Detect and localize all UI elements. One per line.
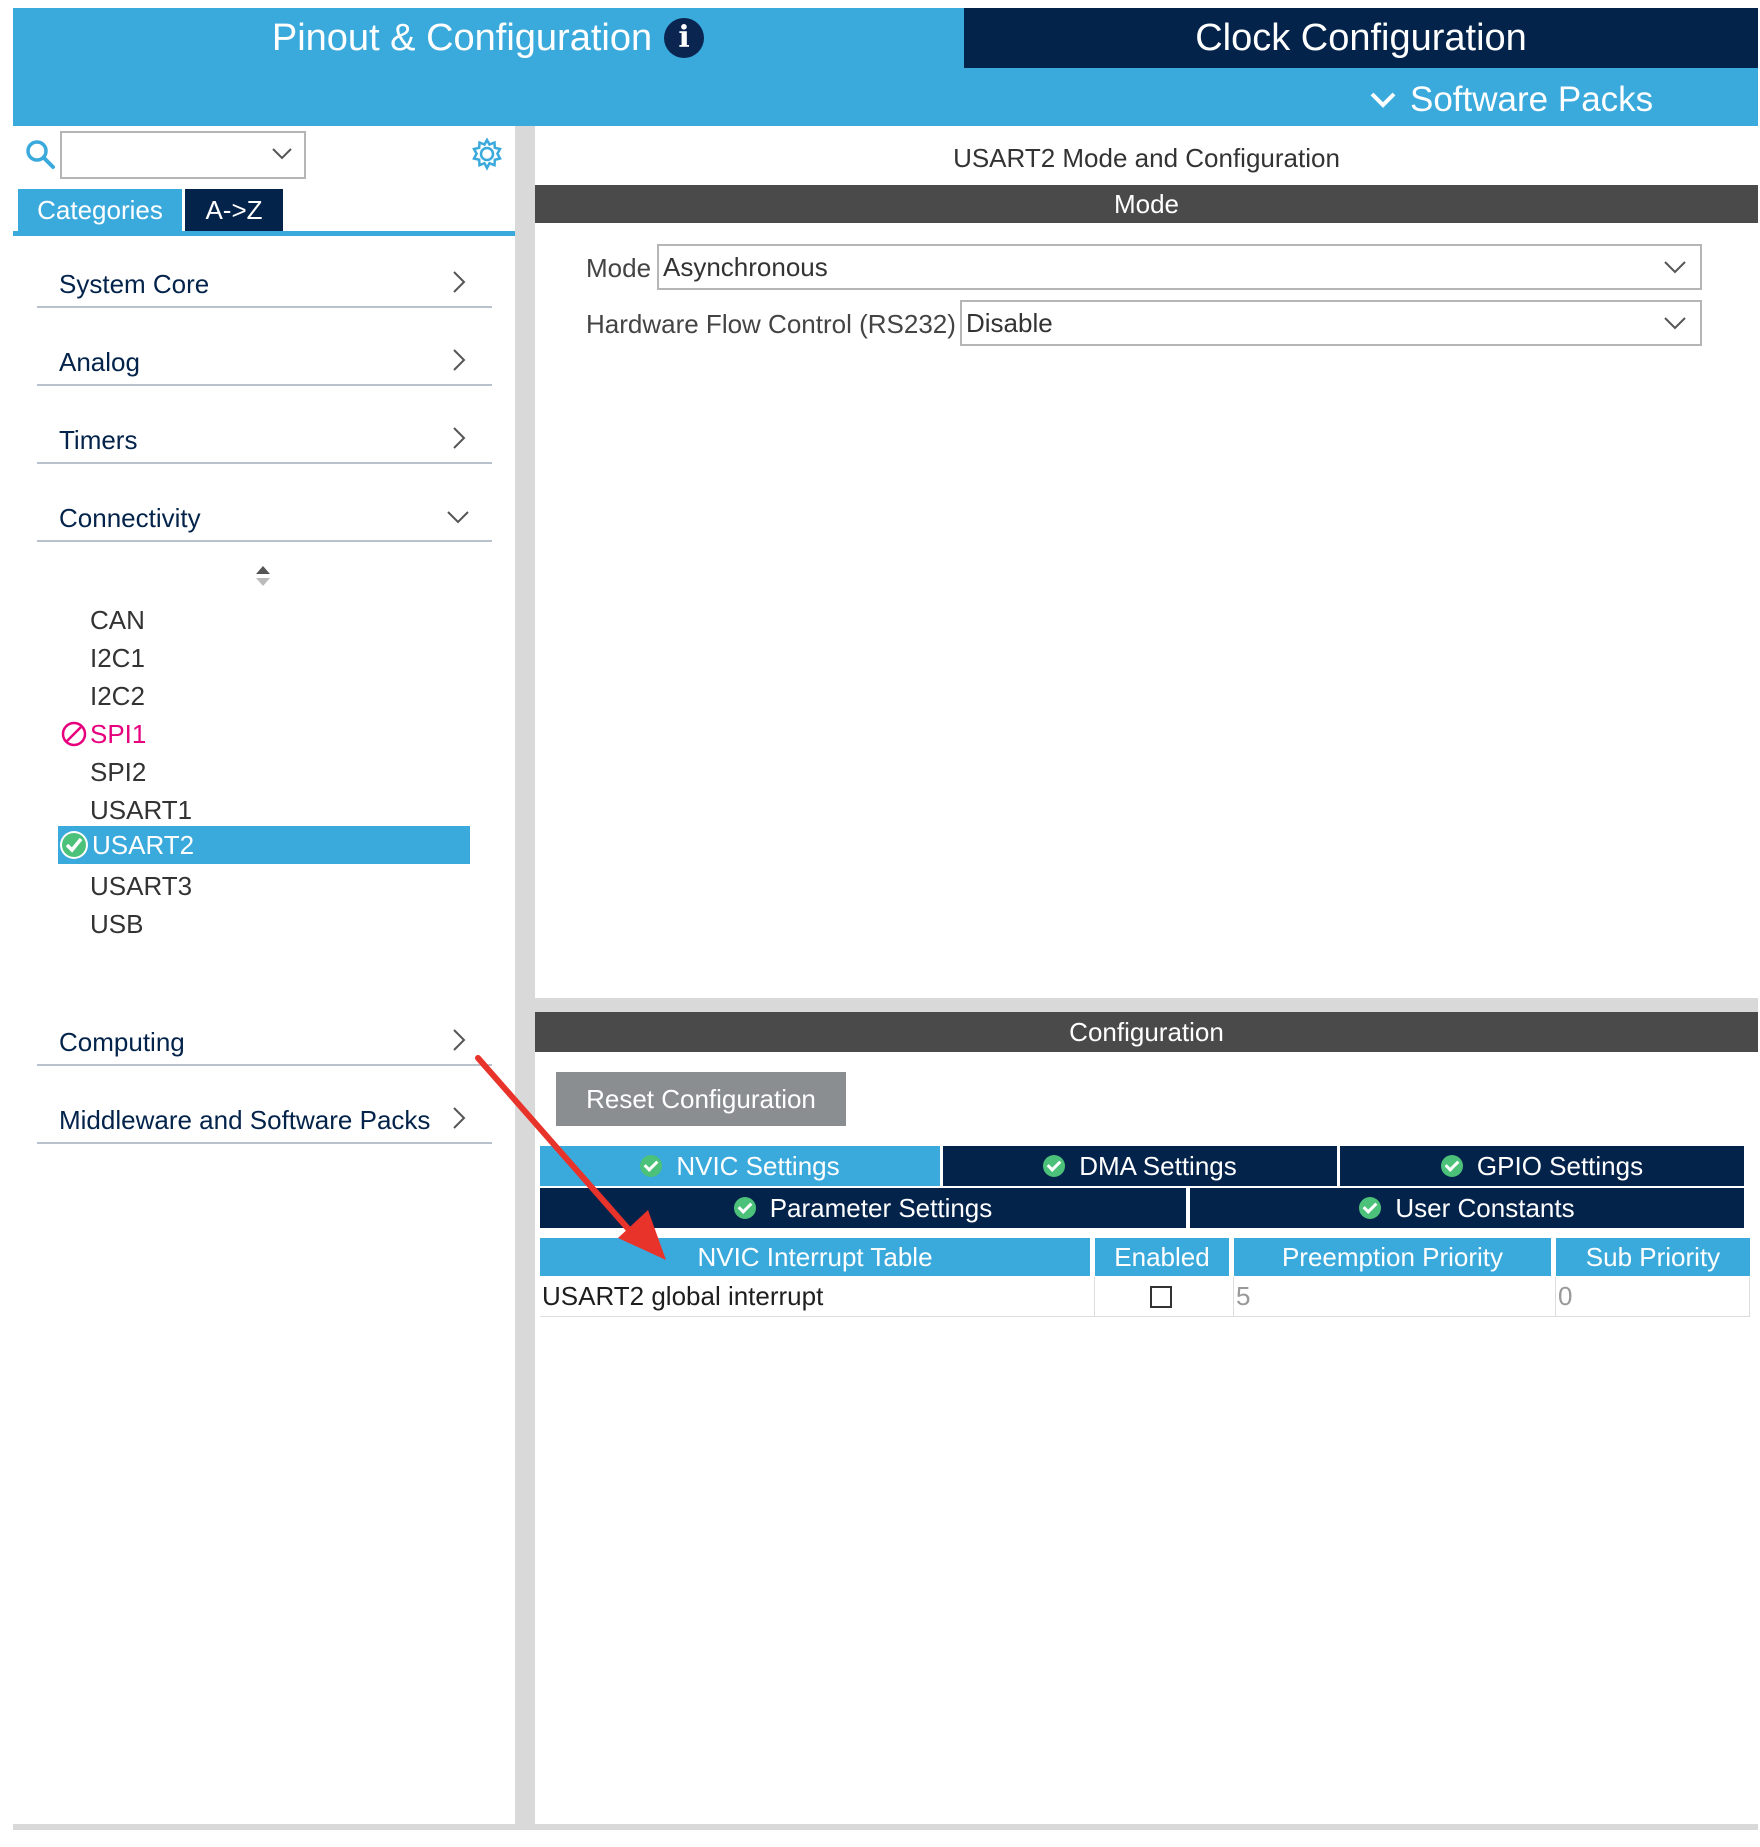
list-item-can[interactable]: CAN: [90, 602, 145, 638]
table-cell-preemption[interactable]: 5: [1234, 1277, 1556, 1317]
category-label: Middleware and Software Packs: [59, 1105, 431, 1135]
list-item-spi1[interactable]: SPI1: [60, 716, 146, 752]
panel-splitter[interactable]: [515, 126, 535, 1824]
category-timers[interactable]: Timers: [37, 418, 492, 464]
tab-gpio-settings[interactable]: GPIO Settings: [1340, 1146, 1744, 1186]
configuration-section-header: Configuration: [535, 1012, 1758, 1052]
chevron-down-icon: [1370, 92, 1396, 108]
column-header-label: Preemption Priority: [1281, 1241, 1504, 1272]
category-system-core[interactable]: System Core: [37, 262, 492, 308]
check-circle-icon: [1440, 1155, 1463, 1177]
chevron-down-icon: [1664, 261, 1686, 274]
tab-label: User Constants: [1395, 1192, 1575, 1223]
enabled-checkbox[interactable]: [1150, 1286, 1172, 1308]
list-item-i2c1[interactable]: I2C1: [90, 640, 145, 676]
bottom-bar: [13, 1824, 1758, 1830]
chevron-right-icon: [453, 1029, 466, 1051]
mode-section-header: Mode: [535, 185, 1758, 223]
list-item-label: USART3: [90, 870, 193, 901]
list-item-label: I2C2: [90, 680, 145, 711]
list-item-label: SPI1: [90, 718, 147, 749]
tab-categories[interactable]: Categories: [18, 189, 182, 231]
list-item-label: I2C1: [90, 642, 145, 673]
chevron-right-icon: [453, 349, 466, 371]
tab-underline: [13, 231, 515, 236]
check-circle-icon: [60, 831, 88, 859]
flow-control-value: Disable: [966, 307, 1053, 338]
category-label: Connectivity: [59, 503, 201, 533]
annotation-arrow: [475, 1055, 666, 1260]
column-header-label: NVIC Interrupt Table: [697, 1241, 933, 1272]
column-header-preemption[interactable]: Preemption Priority: [1234, 1238, 1554, 1276]
list-item-label: USART1: [90, 794, 193, 825]
column-header-label: Enabled: [1114, 1241, 1210, 1272]
list-item-usart1[interactable]: USART1: [90, 792, 192, 828]
category-label: Timers: [59, 425, 138, 455]
list-item-spi2[interactable]: SPI2: [90, 754, 146, 790]
software-packs-label: Software Packs: [1410, 80, 1654, 119]
check-circle-icon: [1043, 1155, 1066, 1177]
mode-select-value: Asynchronous: [663, 251, 828, 282]
chevron-right-icon: [453, 427, 466, 449]
preemption-priority-value: 5: [1236, 1281, 1251, 1311]
list-item-label: USART2: [92, 829, 195, 860]
tab-label: DMA Settings: [1079, 1150, 1237, 1181]
list-item-label: USB: [90, 908, 144, 939]
search-combobox[interactable]: [60, 131, 306, 179]
check-circle-icon: [733, 1197, 756, 1219]
chevron-right-icon: [453, 271, 466, 293]
category-computing[interactable]: Computing: [37, 1020, 492, 1066]
gear-icon[interactable]: [470, 137, 504, 171]
column-header-label: Sub Priority: [1585, 1241, 1721, 1272]
column-header-sub-priority[interactable]: Sub Priority: [1556, 1238, 1750, 1276]
interrupt-name: USART2 global interrupt: [542, 1281, 824, 1311]
list-item-usb[interactable]: USB: [90, 906, 143, 942]
category-label: Analog: [59, 347, 140, 377]
chevron-down-icon: [1664, 317, 1686, 330]
list-item-usart3[interactable]: USART3: [90, 868, 192, 904]
info-icon[interactable]: i: [664, 18, 705, 58]
tab-pinout-configuration[interactable]: Pinout & Configuration i: [13, 8, 963, 68]
section-divider[interactable]: [535, 998, 1758, 1012]
check-circle-icon: [1359, 1197, 1382, 1219]
tab-a-to-z[interactable]: A->Z: [185, 189, 283, 231]
chevron-down-icon: [272, 148, 292, 160]
mode-label: Mode: [586, 252, 652, 283]
tab-a-to-z-label: A->Z: [205, 194, 263, 225]
disabled-icon: [61, 721, 87, 747]
tab-clock-configuration[interactable]: Clock Configuration: [964, 8, 1758, 68]
tab-categories-label: Categories: [37, 194, 163, 225]
tab-label: GPIO Settings: [1476, 1150, 1644, 1181]
list-item-label: CAN: [90, 604, 145, 635]
category-label: System Core: [59, 269, 210, 299]
configuration-header-label: Configuration: [1069, 1016, 1224, 1047]
category-middleware[interactable]: Middleware and Software Packs: [37, 1098, 492, 1144]
tab-label: Parameter Settings: [769, 1192, 993, 1223]
page-title: USART2 Mode and Configuration: [953, 142, 1340, 173]
category-connectivity[interactable]: Connectivity: [37, 496, 492, 542]
flow-control-select[interactable]: Disable: [960, 300, 1702, 346]
mode-header-label: Mode: [1113, 188, 1180, 219]
list-item-label: SPI2: [90, 756, 147, 787]
tab-clock-label: Clock Configuration: [1195, 16, 1527, 59]
flow-control-label: Hardware Flow Control (RS232): [586, 308, 956, 339]
search-icon[interactable]: [24, 138, 56, 170]
list-item-usart2[interactable]: USART2: [58, 826, 470, 864]
tab-dma-settings[interactable]: DMA Settings: [943, 1146, 1339, 1186]
table-cell-sub-priority[interactable]: 0: [1556, 1277, 1750, 1317]
tab-user-constants[interactable]: User Constants: [1190, 1188, 1744, 1228]
chevron-right-icon: [453, 1107, 466, 1129]
list-item-i2c2[interactable]: I2C2: [90, 678, 145, 714]
software-packs-menu[interactable]: Software Packs: [1370, 74, 1653, 126]
column-header-enabled[interactable]: Enabled: [1095, 1238, 1232, 1276]
tab-pinout-label: Pinout & Configuration: [271, 16, 653, 59]
sort-arrows-icon[interactable]: [254, 564, 272, 588]
tab-label: NVIC Settings: [676, 1150, 840, 1181]
mode-select[interactable]: Asynchronous: [657, 244, 1702, 290]
chevron-down-icon: [447, 511, 469, 524]
category-label: Computing: [59, 1027, 185, 1057]
category-analog[interactable]: Analog: [37, 340, 492, 386]
sub-priority-value: 0: [1558, 1281, 1573, 1311]
table-cell-interrupt-name: USART2 global interrupt: [540, 1277, 1095, 1317]
